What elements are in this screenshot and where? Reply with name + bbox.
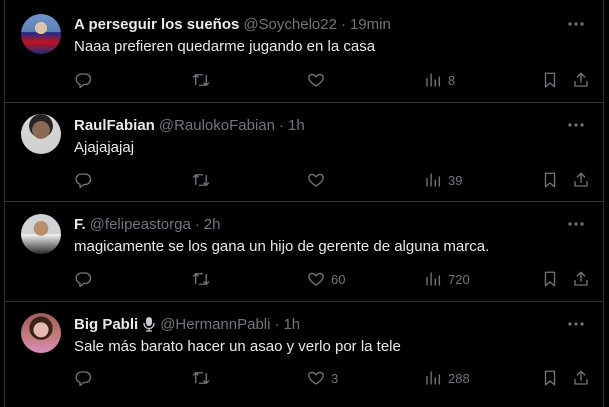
like-count: 3: [331, 370, 339, 386]
reply-button[interactable]: [74, 368, 98, 388]
avatar[interactable]: [21, 14, 61, 54]
reply-button[interactable]: [74, 269, 98, 289]
retweet-button[interactable]: [192, 70, 216, 90]
like-count: 60: [331, 271, 346, 287]
heart-icon: [307, 270, 325, 288]
reply-icon: [74, 270, 92, 288]
user-handle[interactable]: @HermannPabli: [160, 316, 270, 333]
more-icon[interactable]: [567, 215, 585, 233]
timestamp[interactable]: 2h: [204, 216, 221, 233]
heart-icon: [307, 369, 325, 387]
share-button[interactable]: [572, 170, 590, 190]
share-button[interactable]: [572, 269, 590, 289]
more-icon[interactable]: [567, 315, 585, 333]
avatar[interactable]: [21, 114, 61, 154]
bookmark-button[interactable]: [541, 70, 559, 90]
bookmark-button[interactable]: [541, 170, 559, 190]
views-icon: [424, 71, 442, 89]
timestamp[interactable]: 19min: [350, 16, 391, 33]
retweet-button[interactable]: [192, 368, 216, 388]
retweet-button[interactable]: [192, 269, 216, 289]
tweet-header: A perseguir los sueños @Soychelo22 · 19m…: [74, 14, 391, 34]
bookmark-icon: [541, 171, 559, 189]
reply-icon: [74, 171, 92, 189]
tweet-text: Sale más barato hacer un asao y verlo po…: [74, 338, 401, 355]
tweet-header: RaulFabian @RaulokoFabian · 1h: [74, 115, 305, 135]
views-button[interactable]: 8: [424, 70, 455, 90]
tweet[interactable]: RaulFabian @RaulokoFabian · 1h Ajajajaja…: [5, 103, 603, 202]
tweet-text: magicamente se los gana un hijo de geren…: [74, 238, 490, 255]
retweet-icon: [192, 369, 210, 387]
like-button[interactable]: 60: [307, 269, 345, 289]
separator-dot: ·: [340, 15, 346, 33]
bookmark-icon: [541, 71, 559, 89]
timestamp[interactable]: 1h: [283, 316, 300, 333]
retweet-icon: [192, 171, 210, 189]
retweet-icon: [192, 270, 210, 288]
views-icon: [424, 369, 442, 387]
bookmark-icon: [541, 369, 559, 387]
separator-dot: ·: [194, 215, 200, 233]
views-button[interactable]: 288: [424, 368, 470, 388]
share-icon: [572, 270, 590, 288]
tweet-actions: 3 288: [74, 368, 594, 388]
bookmark-button[interactable]: [541, 368, 559, 388]
reply-icon: [74, 71, 92, 89]
more-icon[interactable]: [567, 15, 585, 33]
display-name[interactable]: Big Pabli: [74, 316, 138, 333]
tweet-actions: 39: [74, 170, 594, 190]
user-handle[interactable]: @RaulokoFabian: [159, 117, 275, 134]
display-name[interactable]: F.: [74, 216, 86, 233]
timestamp[interactable]: 1h: [288, 117, 305, 134]
tweet-actions: 8: [74, 70, 594, 90]
tweet-header: Big Pabli @HermannPabli · 1h: [74, 314, 300, 334]
views-button[interactable]: 720: [424, 269, 470, 289]
views-count: 720: [448, 271, 470, 287]
tweet-text: Ajajajajaj: [74, 139, 135, 156]
share-icon: [572, 71, 590, 89]
tweet-header: F. @felipeastorga · 2h: [74, 214, 220, 234]
separator-dot: ·: [274, 315, 280, 333]
like-button[interactable]: [307, 70, 331, 90]
bookmark-button[interactable]: [541, 269, 559, 289]
avatar[interactable]: [21, 313, 61, 353]
display-name[interactable]: RaulFabian: [74, 117, 155, 134]
heart-icon: [307, 71, 325, 89]
bookmark-icon: [541, 270, 559, 288]
views-button[interactable]: 39: [424, 170, 462, 190]
retweet-icon: [192, 71, 210, 89]
display-name[interactable]: A perseguir los sueños: [74, 16, 239, 33]
share-icon: [572, 171, 590, 189]
avatar[interactable]: [21, 214, 61, 254]
reply-button[interactable]: [74, 70, 98, 90]
retweet-button[interactable]: [192, 170, 216, 190]
views-icon: [424, 171, 442, 189]
heart-icon: [307, 171, 325, 189]
reply-button[interactable]: [74, 170, 98, 190]
tweet[interactable]: F. @felipeastorga · 2h magicamente se lo…: [5, 202, 603, 302]
views-count: 39: [448, 172, 463, 188]
tweet-text: Naaa prefieren quedarme jugando en la ca…: [74, 38, 376, 55]
more-icon[interactable]: [567, 116, 585, 134]
reply-icon: [74, 369, 92, 387]
user-handle[interactable]: @Soychelo22: [243, 16, 337, 33]
views-icon: [424, 270, 442, 288]
user-handle[interactable]: @felipeastorga: [90, 216, 191, 233]
microphone-icon: [142, 316, 156, 332]
tweet[interactable]: Big Pabli @HermannPabli · 1h Sale más ba…: [5, 302, 603, 407]
separator-dot: ·: [279, 116, 284, 134]
views-count: 8: [448, 72, 456, 88]
tweet[interactable]: A perseguir los sueños @Soychelo22 · 19m…: [5, 0, 603, 103]
like-button[interactable]: [307, 170, 331, 190]
tweet-actions: 60 720: [74, 269, 594, 289]
share-button[interactable]: [572, 70, 590, 90]
timeline-feed: A perseguir los sueños @Soychelo22 · 19m…: [4, 0, 604, 407]
views-count: 288: [448, 370, 470, 386]
share-button[interactable]: [572, 368, 590, 388]
share-icon: [572, 369, 590, 387]
like-button[interactable]: 3: [307, 368, 338, 388]
